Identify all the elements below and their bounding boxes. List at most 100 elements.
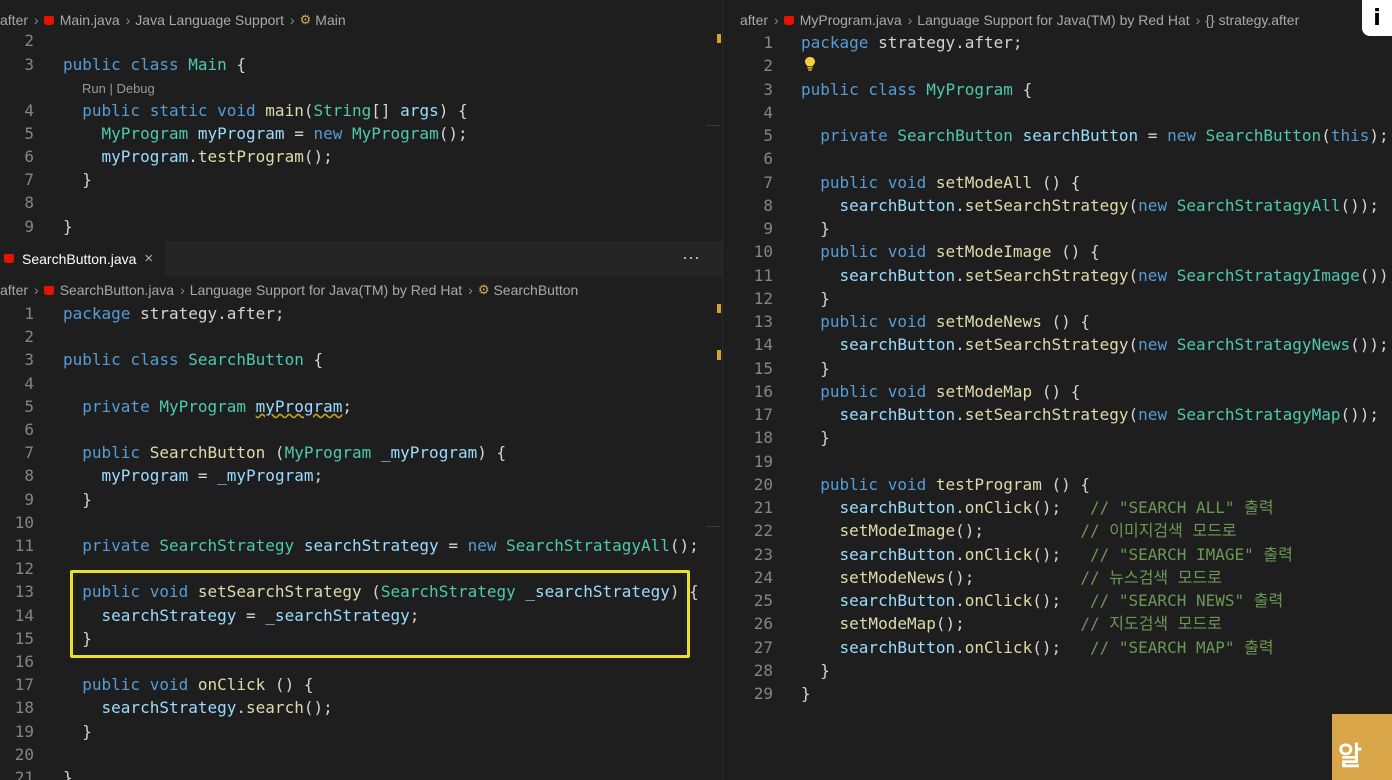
breadcrumb-item-file[interactable]: MyProgram.java [800,12,902,28]
code-line[interactable]: package strategy.after; [801,31,1023,54]
code-line[interactable]: } [63,168,92,191]
code-line[interactable]: package strategy.after; [63,302,285,325]
code-line[interactable]: } [63,720,92,743]
code-line[interactable]: setModeMap(); // 지도검색 모드로 [801,612,1222,635]
breadcrumb-item-symbol[interactable]: SearchButton [493,282,578,298]
code-line[interactable]: } [801,357,830,380]
code-line[interactable]: } [63,488,92,511]
code-line[interactable]: public void setModeImage () { [801,240,1099,263]
tab-searchbutton-java[interactable]: SearchButton.java × [0,241,166,276]
breadcrumb-item-language[interactable]: Language Support for Java(TM) by Red Hat [917,12,1189,28]
code-line[interactable]: private SearchButton searchButton = new … [801,124,1388,147]
code-token: ; [313,466,324,486]
scrollbar-marker [717,34,721,43]
code-token: } [801,684,811,703]
line-number: 26 [753,614,773,634]
code-line[interactable]: searchButton.onClick(); // "SEARCH NEWS"… [801,589,1284,612]
code-line[interactable]: private SearchStrategy searchStrategy = … [63,534,699,557]
code-line[interactable]: myProgram = _myProgram; [63,464,324,487]
line-number: 5 [24,396,34,416]
code-line[interactable]: public class SearchButton { [63,348,323,371]
code-token: setModeMap [839,614,936,634]
breadcrumb-item-file[interactable]: SearchButton.java [60,282,174,298]
chevron-right-icon: › [34,282,39,298]
code-token: testProgram [935,474,1042,494]
code-token: myProgram [255,396,343,416]
breadcrumb-item-language[interactable]: Java Language Support [135,12,284,28]
line-number: 7 [763,172,773,192]
code-line[interactable]: searchButton.onClick(); // "SEARCH IMAGE… [801,543,1293,566]
code-line[interactable]: public class Main { [63,53,246,76]
close-icon[interactable]: × [144,250,153,267]
code-line[interactable]: } [63,215,73,238]
code-line[interactable]: setModeNews(); // 뉴스검색 모드로 [801,566,1222,589]
lightbulb-icon[interactable] [803,56,817,72]
code-token: SearchStratagyAll [1176,195,1341,215]
code-line[interactable]: } [801,426,830,449]
breadcrumb-item-language[interactable]: Language Support for Java(TM) by Red Hat [190,282,462,298]
code-token: . [955,335,965,355]
code-lens-run-debug[interactable]: Run | Debug [82,79,155,99]
code-line[interactable]: public void testProgram () { [801,473,1090,496]
code-line[interactable]: searchStrategy.search(); [63,696,333,719]
editor-searchbutton-java: after › SearchButton.java › Language Suppo… [0,276,722,780]
breadcrumb-item-folder[interactable]: after [740,12,768,28]
breadcrumb-item-folder[interactable]: after [0,12,28,28]
code-line[interactable]: public class MyProgram { [801,78,1032,101]
code-token: args [400,101,439,120]
line-number: 2 [24,327,34,347]
code-line[interactable]: searchButton.setSearchStrategy(new Searc… [801,264,1392,287]
code-line[interactable]: public static void main(String[] args) { [63,99,468,122]
more-actions-icon[interactable]: ··· [682,247,700,268]
code-token: . [955,544,965,564]
line-number: 16 [753,381,773,401]
line-number: 15 [753,358,773,378]
code-token: ) { [438,101,468,120]
code-line[interactable]: public SearchButton (MyProgram _myProgra… [63,441,506,464]
breadcrumb: after › SearchButton.java › Language Suppo… [0,279,722,301]
chevron-right-icon: › [1195,12,1201,28]
code-token: (); [438,124,468,143]
breadcrumb-item-symbol[interactable]: Main [315,12,345,28]
code-token: setSearchStrategy [964,335,1129,355]
code-line[interactable]: searchButton.setSearchStrategy(new Searc… [801,194,1379,217]
code-line[interactable]: public void setModeAll () { [801,171,1080,194]
breadcrumb-item-symbol[interactable]: {} strategy.after [1205,12,1299,28]
breadcrumb-item-folder[interactable]: after [0,282,28,298]
code-line[interactable]: searchButton.onClick(); // "SEARCH MAP" … [801,636,1274,659]
code-line[interactable]: } [63,766,73,780]
code-token: setModeMap [935,381,1033,401]
code-token: { [1012,79,1033,99]
code-token: onClick [964,637,1033,657]
code-line[interactable]: searchButton.setSearchStrategy(new Searc… [801,333,1389,356]
code-token: (); [303,147,333,166]
editor-myprogram-java: after › MyProgram.java › Language Support … [723,0,1392,780]
scrollbar-thumb[interactable] [706,125,720,126]
code-line[interactable]: public void onClick () { [63,673,313,696]
code-line[interactable]: MyProgram myProgram = new MyProgram(); [63,122,468,145]
code-line[interactable]: } [801,217,830,240]
code-line[interactable]: } [801,659,830,682]
line-number: 17 [753,405,773,424]
code-line[interactable]: } [801,682,811,705]
breadcrumb-item-file[interactable]: Main.java [60,12,120,28]
line-number: 1 [763,33,773,52]
line-number: 19 [753,451,773,471]
code-line[interactable]: } [801,287,830,310]
code-line[interactable]: searchButton.setSearchStrategy(new Searc… [801,403,1379,426]
line-number: 22 [753,521,773,541]
code-line[interactable]: private MyProgram myProgram; [63,395,352,418]
code-line[interactable]: searchButton.onClick(); // "SEARCH ALL" … [801,496,1274,519]
code-line[interactable]: public void setModeMap () { [801,380,1080,403]
scrollbar-thumb[interactable] [706,526,720,527]
code-line[interactable]: myProgram.testProgram(); [63,145,333,168]
code-line[interactable]: public void setModeNews () { [801,310,1090,333]
code-line[interactable]: setModeImage(); // 이미지검색 모드로 [801,519,1237,542]
